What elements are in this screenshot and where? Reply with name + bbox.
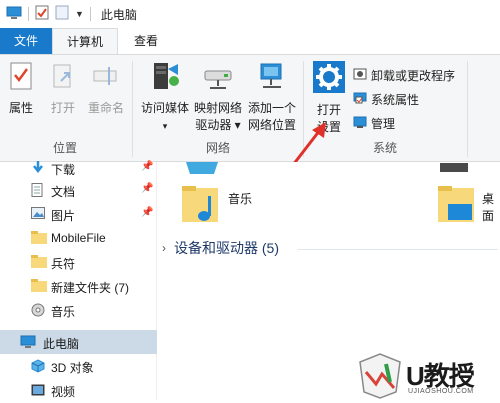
music-folder-icon — [180, 184, 222, 229]
properties-icon — [4, 61, 38, 96]
map-network-drive-button[interactable]: 映射网络 驱动器 ▾ — [190, 61, 246, 134]
nav-item-label: 3D 对象 — [51, 361, 94, 375]
uninstall-icon — [353, 67, 367, 84]
rename-icon — [84, 61, 128, 96]
nav-item-new-folder-7[interactable]: 新建文件夹 (7) — [0, 274, 157, 298]
tab-file[interactable]: 文件 — [0, 28, 52, 54]
title-separator — [89, 7, 91, 21]
properties-label: 属性 — [8, 101, 33, 115]
music-folder[interactable]: 音乐 — [180, 182, 290, 228]
manage-label: 管理 — [371, 117, 396, 131]
computer-icon — [20, 335, 36, 352]
nav-item-this-pc[interactable]: 此电脑 — [0, 330, 157, 354]
nav-item-pictures[interactable]: 图片 📌 — [0, 202, 157, 226]
nav-item-music[interactable]: 音乐 — [0, 298, 157, 322]
rename-button[interactable]: 重命名 — [84, 61, 128, 117]
nav-item-bingfu[interactable]: 兵符 — [0, 250, 157, 274]
nav-item-label: 下载 — [51, 163, 76, 177]
quick-access-separator — [28, 7, 29, 21]
download-arrow-icon — [31, 161, 45, 178]
watermark-shield-icon — [356, 352, 404, 403]
3d-object-partial-icon — [184, 162, 220, 179]
properties-button[interactable]: 属性 — [4, 61, 38, 117]
nav-item-label: 此电脑 — [43, 337, 80, 351]
open-label: 打开 — [50, 101, 75, 115]
devices-header-label: 设备和驱动器 (5) — [174, 240, 279, 256]
group-separator — [467, 61, 468, 157]
folder-icon — [31, 231, 47, 247]
network-location-icon — [244, 61, 300, 96]
open-icon — [46, 61, 80, 96]
system-properties-label: 系统属性 — [371, 93, 420, 107]
music-disc-icon — [31, 303, 45, 320]
nav-item-label: 兵符 — [51, 257, 76, 271]
network-group: 访问媒体 ▾ 映射网络 驱动器 ▾ 添加一个 网络位置 网络 — [134, 55, 302, 161]
window-title: 此电脑 — [100, 7, 137, 22]
chevron-right-icon[interactable]: › — [162, 241, 166, 255]
folder-partial-icon — [440, 162, 470, 176]
nav-item-label: MobileFile — [51, 231, 106, 245]
network-group-label: 网络 — [205, 141, 230, 155]
open-settings-label-1: 打开 — [316, 103, 341, 117]
open-button[interactable]: 打开 — [46, 61, 80, 117]
location-group: 属性 打开 重命名 位置 — [0, 55, 130, 161]
uninstall-label: 卸载或更改程序 — [371, 69, 456, 83]
quick-access-dropdown-icon[interactable]: ▼ — [75, 9, 84, 19]
document-icon — [31, 183, 43, 200]
nav-item-label: 文档 — [51, 185, 76, 199]
desktop-folder[interactable]: 桌面 — [436, 182, 500, 228]
nav-item-mobilefile[interactable]: MobileFile — [0, 226, 157, 250]
pin-icon[interactable]: 📌 — [141, 161, 153, 172]
devices-and-drives-header[interactable]: › 设备和驱动器 (5) — [162, 238, 279, 258]
watermark-url: UJIAOSHOU.COM — [408, 388, 474, 395]
navigation-pane[interactable]: 下载 📌 文档 📌 图片 📌 MobileFile 兵符 新建文件夹 (7) 音… — [0, 161, 157, 402]
content-pane[interactable]: 音乐 桌面 › 设备和驱动器 (5) U教授 UJIAOSHOU.COM — [158, 162, 500, 400]
pin-icon[interactable]: 📌 — [141, 183, 153, 194]
nav-item-label: 新建文件夹 (7) — [51, 281, 130, 295]
folder-icon — [31, 279, 47, 295]
media-server-icon — [138, 61, 192, 96]
computer-icon — [6, 6, 22, 23]
3d-cube-icon — [31, 359, 45, 376]
desktop-folder-label: 桌面 — [482, 192, 495, 223]
map-drive-icon — [190, 61, 246, 96]
ribbon-tab-bar: 文件 计算机 查看 — [0, 28, 500, 55]
pin-icon[interactable]: 📌 — [141, 207, 153, 218]
access-media-label: 访问媒体 — [140, 101, 189, 115]
music-folder-label: 音乐 — [228, 192, 253, 206]
picture-icon — [31, 207, 45, 222]
nav-item-downloads[interactable]: 下载 📌 — [0, 156, 157, 180]
system-properties-button[interactable]: 系统属性 — [353, 91, 419, 108]
nav-item-3d-objects[interactable]: 3D 对象 — [0, 354, 157, 378]
tab-view[interactable]: 查看 — [124, 28, 168, 54]
nav-item-label: 音乐 — [51, 305, 76, 319]
group-separator — [132, 61, 133, 157]
manage-icon — [353, 115, 367, 132]
folder-icon — [31, 255, 47, 271]
manage-button[interactable]: 管理 — [353, 115, 395, 132]
system-properties-icon — [353, 91, 367, 108]
add-network-location-label-1: 添加一个 — [247, 101, 296, 115]
settings-gear-icon — [309, 61, 349, 98]
nav-item-label: 视频 — [51, 385, 76, 399]
map-drive-label-1: 映射网络 — [193, 101, 242, 115]
properties-quick-icon[interactable] — [35, 5, 49, 23]
nav-item-documents[interactable]: 文档 📌 — [0, 178, 157, 202]
desktop-folder-icon — [436, 184, 478, 229]
ribbon: 属性 打开 重命名 位置 访问媒体 ▾ 映射网络 驱动器 ▾ 添加一个 网络位置… — [0, 54, 500, 162]
header-divider — [298, 249, 498, 250]
video-icon — [31, 383, 45, 400]
new-folder-quick-icon[interactable] — [55, 5, 69, 23]
rename-label: 重命名 — [87, 101, 124, 115]
location-group-label: 位置 — [52, 141, 77, 155]
tab-computer[interactable]: 计算机 — [52, 28, 118, 55]
access-media-dropdown: ▾ — [162, 121, 168, 131]
uninstall-programs-button[interactable]: 卸载或更改程序 — [353, 67, 455, 84]
access-media-button[interactable]: 访问媒体 ▾ — [138, 61, 192, 135]
watermark-logo: U教授 UJIAOSHOU.COM — [356, 348, 500, 400]
title-bar: ▼ 此电脑 — [0, 0, 500, 28]
map-drive-label-2: 驱动器 ▾ — [195, 118, 241, 132]
nav-item-label: 图片 — [51, 209, 76, 223]
nav-item-videos[interactable]: 视频 — [0, 378, 157, 402]
